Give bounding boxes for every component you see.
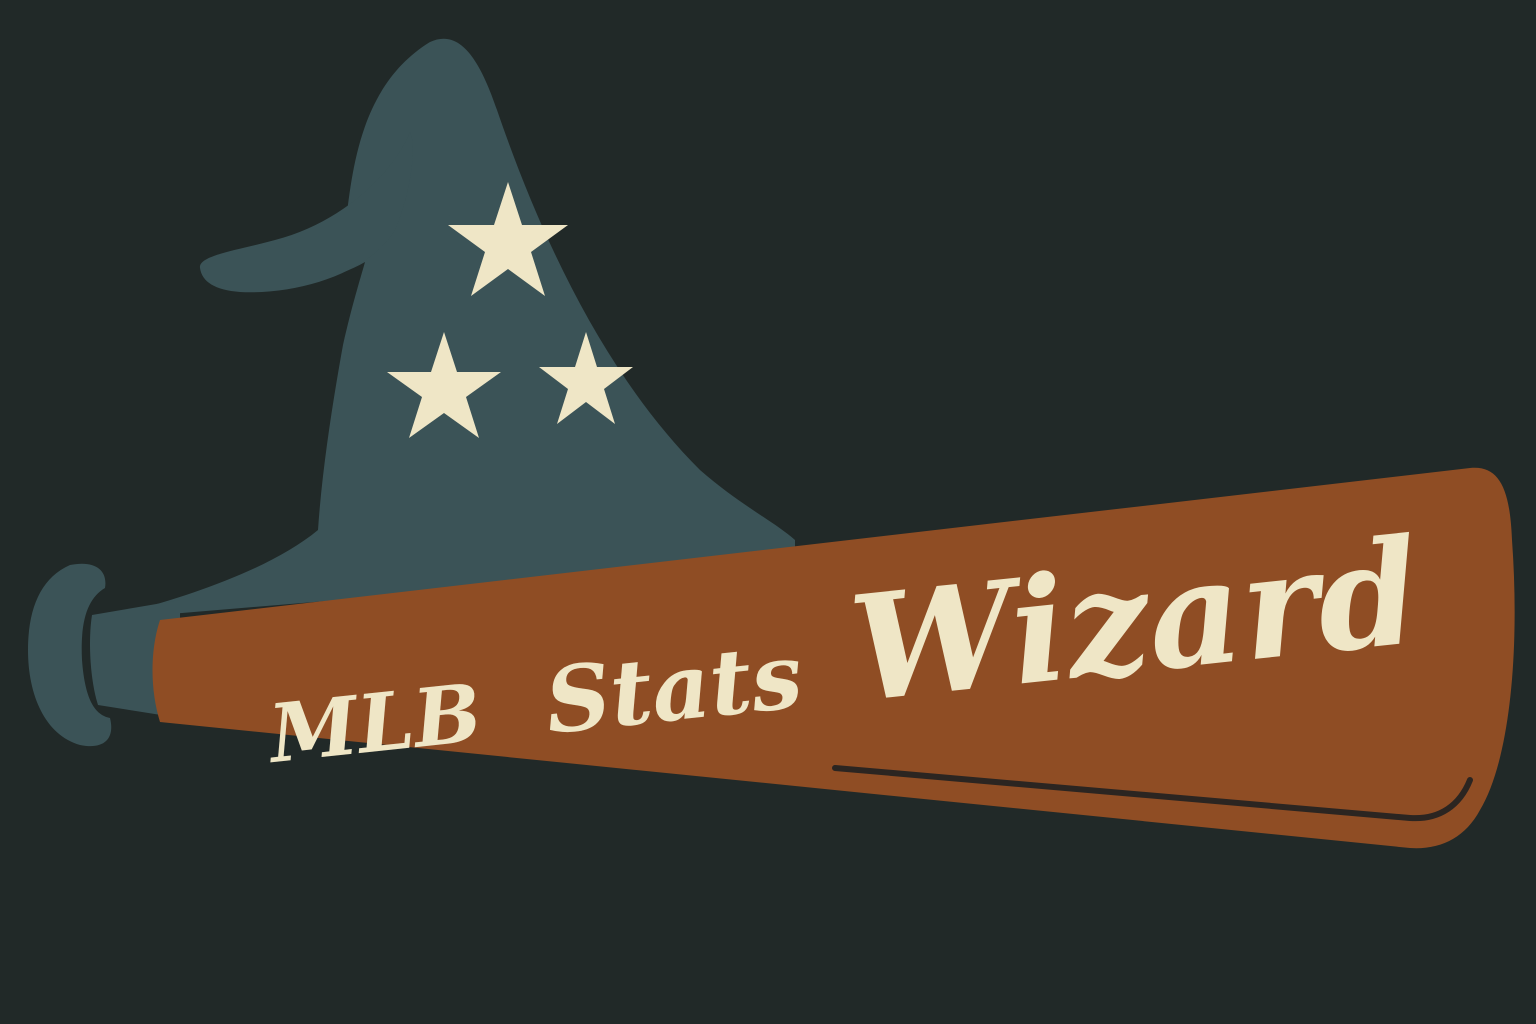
logo-artwork: MLB Stats Wizard	[28, 38, 1515, 849]
wizard-hat-icon	[98, 38, 795, 620]
logo-canvas: MLB Stats Wizard	[0, 0, 1536, 1024]
hat-body	[98, 38, 795, 620]
